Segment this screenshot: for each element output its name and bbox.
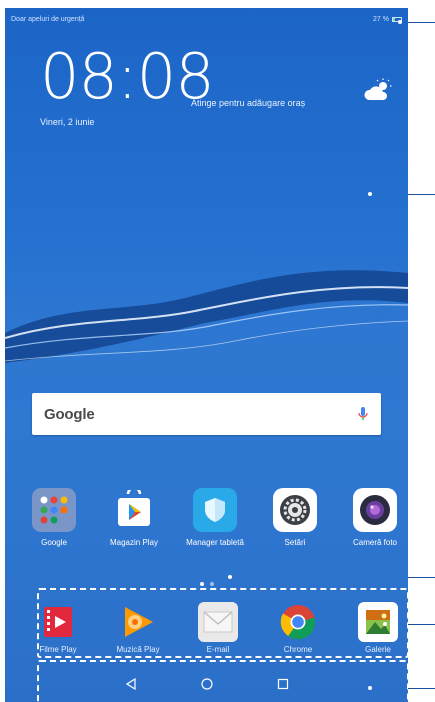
dock-app-chrome[interactable]: Chrome [258,602,338,654]
app-play-store[interactable]: Magazin Play [94,488,174,547]
home-circle-icon[interactable] [200,677,214,691]
film-icon [38,602,78,642]
music-icon [118,602,158,642]
app-label: Magazin Play [109,538,159,547]
app-tablet-manager[interactable]: Manager tabletă [175,488,255,547]
home-screen: Doar apeluri de urgență 27 % 08:08 Ating… [5,8,408,702]
callout-marker [398,20,402,24]
dock-app-gallery[interactable]: Galerie [338,602,408,654]
dock-label: Galerie [365,645,391,654]
back-triangle-icon[interactable] [124,677,138,691]
app-label: Cameră foto [352,538,398,547]
camera-icon [353,488,397,532]
page-dot [209,582,214,586]
navigation-bar [5,666,408,702]
app-label: Setări [284,538,306,547]
battery-percent: 27 % [373,15,389,23]
recents-square-icon[interactable] [276,677,290,691]
shield-icon [193,488,237,532]
app-label: Manager tabletă [186,538,244,547]
wallpaper-wave [5,270,408,363]
callout-marker [228,575,232,579]
chrome-icon [278,602,318,642]
dock-app-movies[interactable]: Filme Play [18,602,98,654]
clock-time[interactable]: 08:08 [40,46,215,108]
microphone-icon[interactable] [357,406,369,422]
google-logo: Google [44,405,95,423]
app-settings[interactable]: Setări [255,488,335,547]
app-label: Google [41,538,67,547]
status-emergency-text: Doar apeluri de urgență [11,15,85,23]
gallery-icon [358,602,398,642]
callout-marker [368,686,372,690]
page-indicator[interactable] [5,582,408,588]
page-dot-active [199,582,204,586]
dock-label: Chrome [283,645,313,654]
dock: Filme Play Muzică Play E-mail Chrome Gal… [5,602,408,664]
home-apps-row: Google Magazin Play Manager tabletă Setă… [5,488,408,558]
dock-app-email[interactable]: E-mail [178,602,258,654]
dock-label: Muzică Play [116,645,160,654]
google-search-bar[interactable]: Google [32,393,381,435]
dock-label: E-mail [206,645,230,654]
callout-marker [368,192,372,196]
callout-marker [383,622,387,626]
dock-label: Filme Play [39,645,77,654]
status-bar: Doar apeluri de urgență 27 % [5,8,408,30]
partly-cloudy-icon[interactable] [363,78,393,104]
app-camera[interactable]: Cameră foto [335,488,408,547]
dock-app-music[interactable]: Muzică Play [98,602,178,654]
app-google-folder[interactable]: Google [14,488,94,547]
add-city-link[interactable]: Atinge pentru adăugare oraș [191,98,305,108]
clock-date: Vineri, 2 iunie [40,117,95,127]
google-folder-icon [32,488,76,532]
gear-icon [273,488,317,532]
mail-icon [198,602,238,642]
play-store-icon [112,488,156,532]
